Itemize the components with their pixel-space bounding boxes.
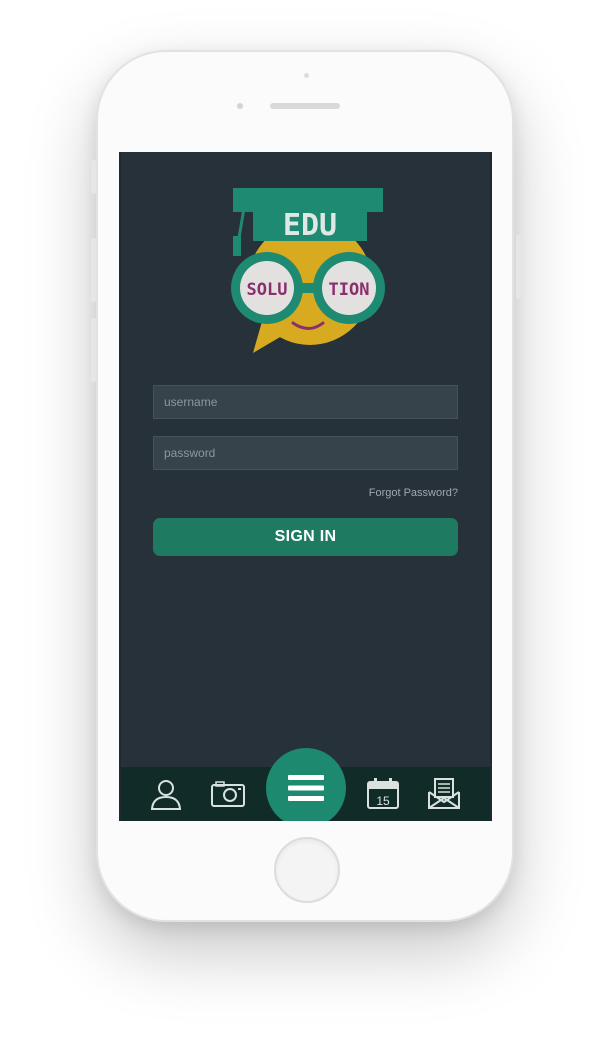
tab-camera[interactable] [209, 775, 247, 813]
camera-icon [211, 781, 245, 807]
stage: EDU SOLU TION Forgot Password? SIGN IN [0, 0, 610, 1056]
mail-icon [428, 778, 460, 809]
power-button [516, 235, 521, 299]
edu-solution-logo: EDU SOLU TION [231, 188, 385, 353]
volume-up-button [91, 238, 96, 302]
volume-down-button [91, 318, 96, 382]
front-camera [237, 103, 243, 109]
tab-calendar[interactable]: 15 [364, 775, 402, 813]
speaker [270, 103, 340, 109]
logo-text-solu: SOLU [247, 280, 288, 300]
tab-profile[interactable] [147, 775, 185, 813]
logo-text-edu: EDU [283, 208, 337, 243]
password-input[interactable] [153, 436, 458, 470]
menu-icon [288, 775, 324, 801]
calendar-icon: 15 [367, 778, 399, 809]
home-button[interactable] [274, 837, 340, 903]
app-screen: EDU SOLU TION Forgot Password? SIGN IN [119, 152, 492, 821]
sign-in-button[interactable]: SIGN IN [153, 518, 458, 556]
forgot-password-link[interactable]: Forgot Password? [369, 487, 458, 499]
menu-button[interactable] [266, 748, 346, 821]
sensor [304, 73, 309, 78]
calendar-day: 15 [376, 794, 390, 808]
username-input[interactable] [153, 385, 458, 419]
tab-messages[interactable] [425, 775, 463, 813]
user-icon [150, 780, 182, 810]
side-button [91, 160, 96, 194]
logo-text-tion: TION [329, 280, 370, 300]
